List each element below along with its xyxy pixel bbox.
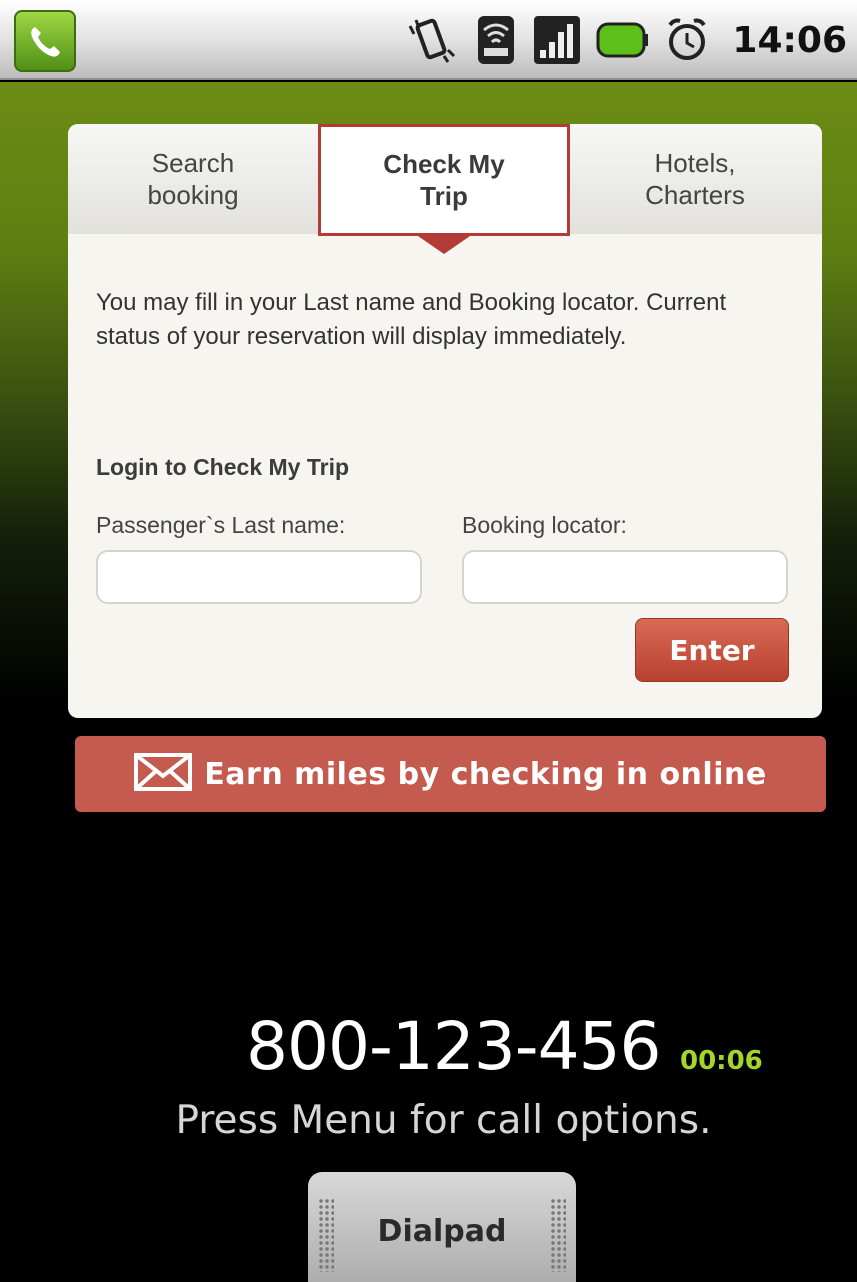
call-timer: 00:06	[680, 1046, 763, 1076]
tab-hotels-charters-label: Hotels, Charters	[645, 148, 745, 210]
tab-check-my-trip-label: Check My Trip	[383, 149, 505, 211]
earn-miles-text: Earn miles by checking in online	[204, 756, 767, 792]
intro-text: You may fill in your Last name and Booki…	[96, 289, 727, 350]
status-time: 14:06	[732, 19, 847, 61]
tab-bar: Search booking Check My Trip Hotels, Cha…	[68, 124, 822, 254]
alarm-icon	[664, 15, 710, 65]
tab-hotels-charters[interactable]: Hotels, Charters	[568, 124, 822, 234]
dialpad-button[interactable]: Dialpad	[308, 1172, 576, 1282]
active-tab-pointer	[418, 236, 470, 254]
check-trip-card: Search booking Check My Trip Hotels, Cha…	[68, 124, 822, 718]
call-number: 800-123-456	[246, 1008, 662, 1085]
grip-left-icon	[318, 1198, 334, 1272]
booking-locator-input[interactable]	[462, 550, 788, 604]
enter-button[interactable]: Enter	[635, 618, 789, 682]
status-bar: 14:06	[0, 0, 857, 80]
status-icons: 14:06	[404, 8, 847, 72]
earn-miles-banner[interactable]: Earn miles by checking in online	[75, 736, 826, 812]
grip-right-icon	[550, 1198, 566, 1272]
tab-search-booking-label: Search booking	[147, 148, 239, 210]
last-name-label: Passenger`s Last name:	[96, 512, 346, 538]
wifi-icon	[474, 12, 518, 68]
dialpad-label: Dialpad	[377, 1214, 507, 1249]
last-name-input[interactable]	[96, 550, 422, 604]
envelope-icon	[134, 752, 193, 797]
login-title: Login to Check My Trip	[96, 454, 350, 480]
booking-locator-label: Booking locator:	[462, 512, 627, 538]
tab-search-booking[interactable]: Search booking	[68, 124, 318, 234]
signal-icon	[532, 12, 582, 68]
tab-check-my-trip[interactable]: Check My Trip	[318, 124, 570, 236]
phone-app-icon[interactable]	[14, 10, 76, 72]
battery-icon	[596, 20, 650, 60]
vibrate-icon	[404, 12, 460, 68]
call-options-hint: Press Menu for call options.	[175, 1098, 712, 1143]
